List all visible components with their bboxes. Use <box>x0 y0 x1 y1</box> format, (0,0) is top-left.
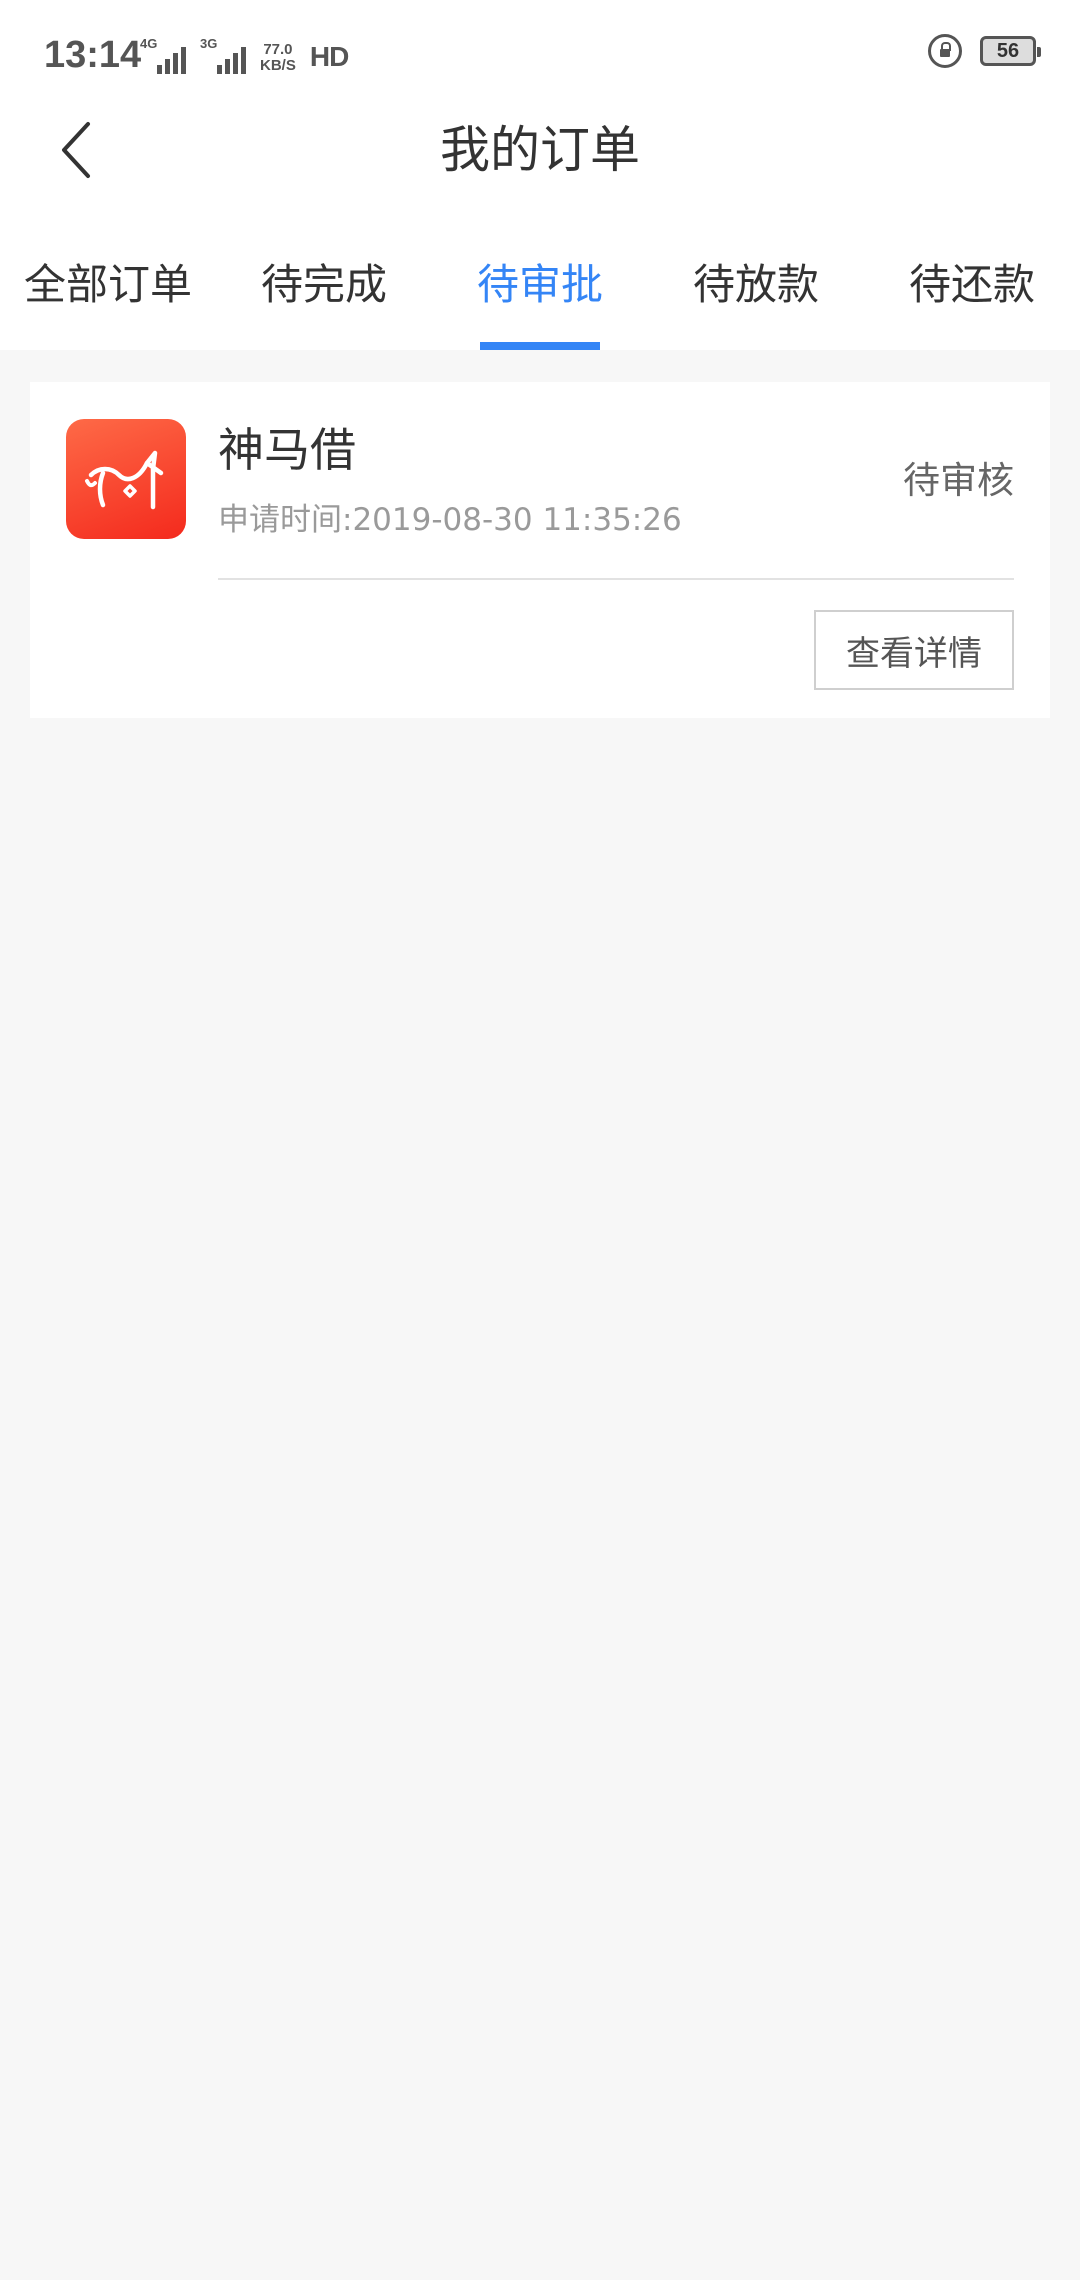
tab-label: 全部订单 <box>23 260 192 309</box>
tab-label: 待还款 <box>908 260 1035 309</box>
top-area: 13:14 4G 3G 77.0 KB/S HD 56 我的订单 全部订单 待完… <box>0 0 1080 350</box>
order-tabs: 全部订单 待完成 待审批 待放款 待还款 <box>0 200 1080 350</box>
tab-to-complete[interactable]: 待完成 <box>216 200 432 350</box>
tab-label: 待放款 <box>692 260 819 309</box>
nav-header: 我的订单 <box>0 100 1080 200</box>
apply-time: 申请时间:2019-08-30 11:35:26 <box>218 502 682 538</box>
signal-4g-icon: 4G <box>140 36 186 74</box>
tab-pending-disbursement[interactable]: 待放款 <box>648 200 864 350</box>
status-bar: 13:14 4G 3G 77.0 KB/S HD 56 <box>0 0 1080 100</box>
signal-4g-label: 4G <box>140 36 158 51</box>
tab-pending-repayment[interactable]: 待还款 <box>864 200 1080 350</box>
page-title: 我的订单 <box>440 121 640 179</box>
horse-logo-icon <box>66 419 186 539</box>
signal-3g-icon: 3G <box>200 36 246 74</box>
battery-icon: 56 <box>980 36 1041 66</box>
tab-pending-approval[interactable]: 待审批 <box>432 200 648 350</box>
divider <box>218 578 1014 580</box>
tab-label: 待审批 <box>476 260 603 309</box>
status-time: 13:14 <box>44 34 142 76</box>
order-status: 待审核 <box>903 459 1014 502</box>
signal-3g-label: 3G <box>200 36 218 51</box>
status-icons-left: 4G 3G 77.0 KB/S HD <box>140 34 349 74</box>
status-icons-right: 56 <box>928 34 1041 68</box>
product-name: 神马借 <box>218 423 356 477</box>
tab-indicator <box>480 342 600 350</box>
tab-all-orders[interactable]: 全部订单 <box>0 200 216 350</box>
network-speed: 77.0 KB/S <box>260 42 296 74</box>
horse-glyph <box>85 450 164 510</box>
tab-label: 待完成 <box>260 260 387 309</box>
rotation-lock-icon <box>928 34 962 68</box>
network-speed-unit: KB/S <box>260 57 296 74</box>
order-card: 神马借 申请时间:2019-08-30 11:35:26 待审核 查看详情 <box>30 382 1050 718</box>
hd-icon: HD <box>309 41 349 72</box>
network-speed-value: 77.0 <box>263 41 293 58</box>
view-details-button[interactable]: 查看详情 <box>814 610 1014 690</box>
